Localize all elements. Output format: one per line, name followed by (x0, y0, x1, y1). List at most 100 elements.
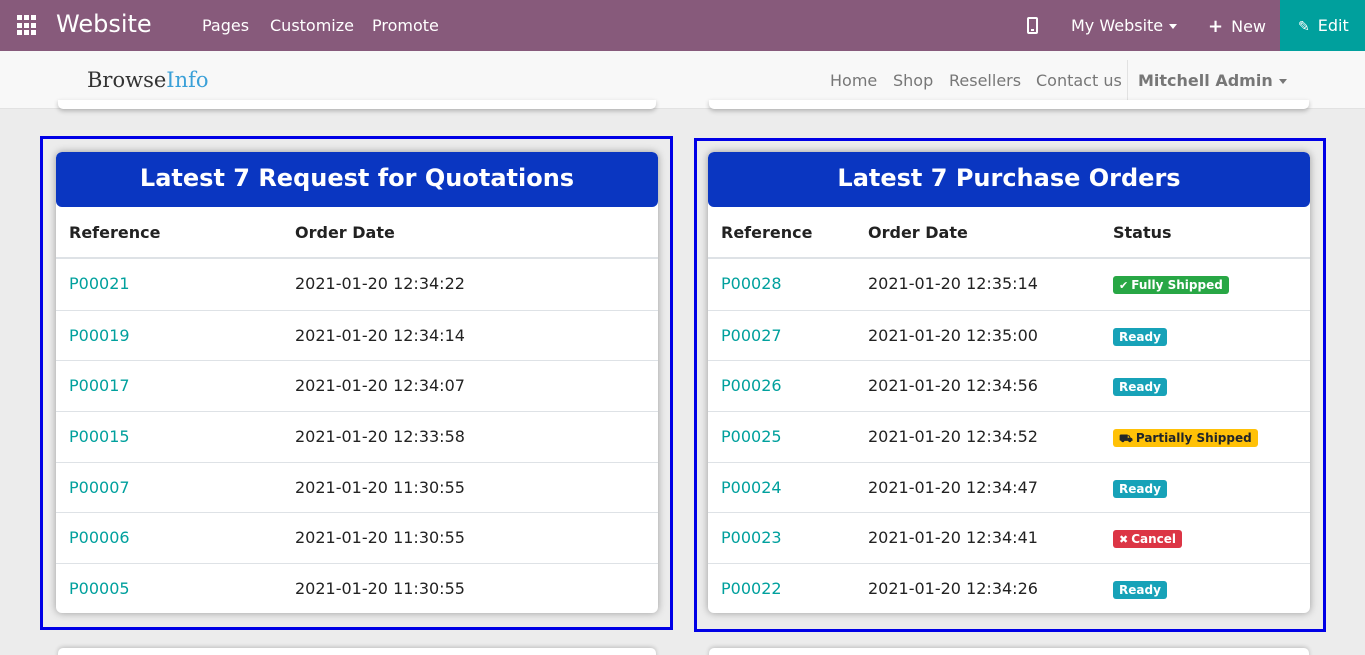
order-reference-link[interactable]: P00019 (69, 326, 130, 345)
table-row: P00015 2021-01-20 12:33:58 (56, 411, 658, 462)
user-name: Mitchell Admin (1138, 71, 1273, 90)
site-logo[interactable]: BrowseInfo (87, 68, 209, 92)
app-title: Website (56, 10, 152, 38)
website-switcher[interactable]: My Website (1071, 16, 1178, 35)
status-text: Ready (1119, 380, 1161, 395)
status-badge: Ready (1113, 479, 1167, 498)
check-icon: ✔ (1119, 279, 1129, 292)
table-row: P00022 2021-01-20 12:34:26 Ready (708, 563, 1310, 613)
order-reference-link[interactable]: P00022 (721, 579, 782, 598)
order-reference-link[interactable]: P00028 (721, 274, 782, 293)
apps-grid-icon[interactable] (17, 15, 38, 36)
table-row: P00026 2021-01-20 12:34:56 Ready (708, 360, 1310, 411)
order-date: 2021-01-20 12:35:14 (868, 274, 1038, 293)
order-date: 2021-01-20 12:34:14 (295, 325, 465, 345)
status-badge: Ready (1113, 581, 1167, 600)
order-date: 2021-01-20 11:30:55 (295, 579, 465, 599)
order-date: 2021-01-20 12:34:22 (295, 274, 465, 293)
order-reference-link[interactable]: P00021 (69, 274, 130, 293)
order-date: 2021-01-20 12:34:56 (868, 376, 1038, 396)
logo-text-info: Info (166, 68, 209, 92)
chevron-down-icon (1278, 79, 1287, 84)
menu-customize[interactable]: Customize (270, 16, 354, 35)
order-reference-link[interactable]: P00006 (69, 528, 130, 547)
plus-icon: + (1208, 16, 1224, 37)
pencil-icon: ✎ (1298, 19, 1310, 35)
col-reference: Reference (721, 223, 813, 242)
status-text: Ready (1119, 329, 1161, 344)
status-text: Partially Shipped (1135, 431, 1252, 446)
rfq-card: Latest 7 Request for Quotations Referenc… (56, 152, 658, 613)
new-label: New (1231, 17, 1266, 36)
order-reference-link[interactable]: P00026 (721, 376, 782, 395)
order-reference-link[interactable]: P00017 (69, 376, 130, 395)
order-reference-link[interactable]: P00023 (721, 528, 782, 547)
user-menu[interactable]: Mitchell Admin (1138, 71, 1287, 90)
website-admin-bar: Website Pages Customize Promote My Websi… (0, 0, 1365, 51)
menu-promote[interactable]: Promote (372, 16, 439, 35)
order-date: 2021-01-20 12:34:07 (295, 376, 465, 396)
col-order-date: Order Date (868, 223, 968, 242)
order-reference-link[interactable]: P00025 (721, 427, 782, 446)
order-date: 2021-01-20 12:33:58 (295, 427, 465, 447)
po-card: Latest 7 Purchase Orders Reference Order… (708, 152, 1310, 613)
order-date: 2021-01-20 12:34:26 (868, 579, 1038, 599)
table-row: P00025 2021-01-20 12:34:52 ⛟ Partially Ship… (708, 411, 1310, 462)
card-above-left (58, 100, 656, 109)
card-below-right (709, 648, 1309, 655)
edit-label: Edit (1317, 16, 1349, 35)
card-above-right (709, 100, 1309, 109)
order-date: 2021-01-20 12:34:47 (868, 477, 1038, 497)
order-reference-link[interactable]: P00015 (69, 427, 130, 446)
nav-home[interactable]: Home (830, 71, 877, 90)
rfq-table-header: Reference Order Date (56, 207, 658, 259)
po-table-body: P00028 2021-01-20 12:35:14 ✔ Fully Shipped P… (708, 259, 1310, 613)
table-row: P00028 2021-01-20 12:35:14 ✔ Fully Shipped (708, 259, 1310, 310)
card-below-left (58, 648, 656, 655)
table-row: P00023 2021-01-20 12:34:41 ✖ Cancel (708, 512, 1310, 563)
order-reference-link[interactable]: P00005 (69, 579, 130, 598)
order-date: 2021-01-20 11:30:55 (295, 477, 465, 497)
new-button[interactable]: + New (1208, 16, 1266, 37)
status-text: Ready (1119, 583, 1161, 598)
table-row: P00019 2021-01-20 12:34:14 (56, 309, 658, 361)
edit-button[interactable]: ✎ Edit (1280, 0, 1365, 51)
order-reference-link[interactable]: P00027 (721, 326, 782, 345)
nav-shop[interactable]: Shop (893, 71, 933, 90)
col-reference: Reference (69, 223, 161, 242)
nav-contact-us[interactable]: Contact us (1036, 71, 1122, 90)
logo-text-browse: Browse (87, 68, 167, 92)
truck-icon: ⛟ (1119, 432, 1133, 446)
order-date: 2021-01-20 12:35:00 (868, 325, 1038, 345)
status-badge: ✖ Cancel (1113, 530, 1183, 549)
nav-divider (1127, 60, 1128, 100)
rfq-title: Latest 7 Request for Quotations (56, 152, 658, 207)
order-date: 2021-01-20 11:30:55 (295, 528, 465, 548)
rfq-table-body: P00021 2021-01-20 12:34:22 P00019 2021-01-2… (56, 259, 658, 613)
chevron-down-icon (1169, 24, 1178, 29)
mobile-preview-icon[interactable] (1027, 17, 1038, 34)
order-date: 2021-01-20 12:34:41 (868, 528, 1038, 548)
col-status: Status (1113, 223, 1172, 242)
table-row: P00027 2021-01-20 12:35:00 Ready (708, 309, 1310, 361)
status-text: Cancel (1131, 532, 1177, 547)
order-reference-link[interactable]: P00024 (721, 478, 782, 497)
col-order-date: Order Date (295, 223, 395, 242)
status-badge: Ready (1113, 327, 1167, 346)
nav-resellers[interactable]: Resellers (949, 71, 1021, 90)
table-row: P00017 2021-01-20 12:34:07 (56, 360, 658, 411)
table-row: P00006 2021-01-20 11:30:55 (56, 512, 658, 563)
table-row: P00005 2021-01-20 11:30:55 (56, 563, 658, 613)
po-title: Latest 7 Purchase Orders (708, 152, 1310, 207)
status-badge: ✔ Fully Shipped (1113, 276, 1229, 294)
order-reference-link[interactable]: P00007 (69, 478, 130, 497)
po-table-header: Reference Order Date Status (708, 207, 1310, 259)
table-row: P00007 2021-01-20 11:30:55 (56, 461, 658, 513)
menu-pages[interactable]: Pages (202, 16, 249, 35)
status-badge: Ready (1113, 378, 1167, 397)
status-text: Fully Shipped (1131, 278, 1223, 292)
table-row: P00024 2021-01-20 12:34:47 Ready (708, 461, 1310, 513)
table-row: P00021 2021-01-20 12:34:22 (56, 259, 658, 310)
order-date: 2021-01-20 12:34:52 (868, 427, 1038, 447)
times-icon: ✖ (1119, 533, 1129, 547)
